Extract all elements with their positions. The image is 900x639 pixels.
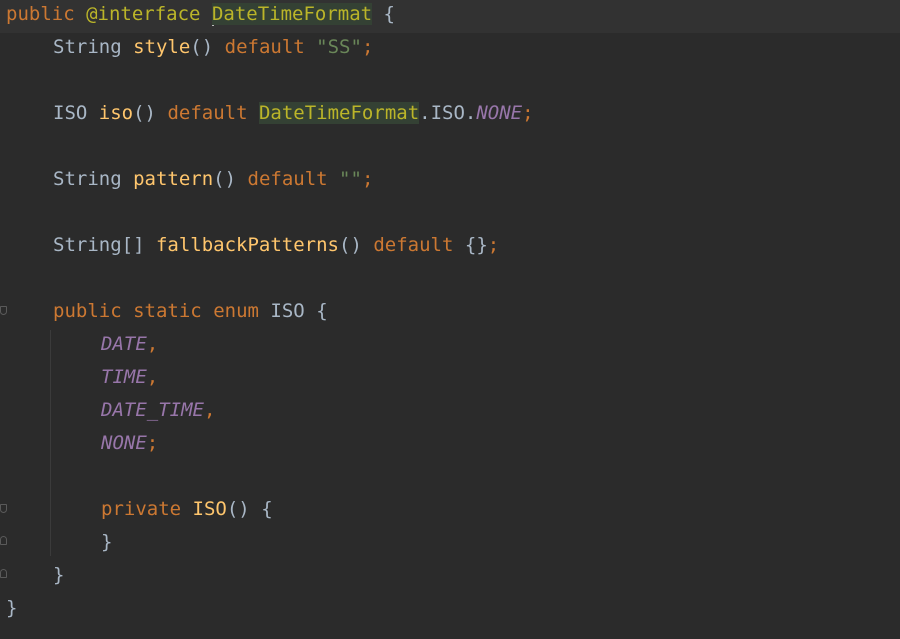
code-line-2[interactable]: String style() default "SS"; <box>53 33 373 66</box>
code-line-14[interactable]: } <box>6 594 17 627</box>
method-iso: iso <box>98 102 134 124</box>
string-literal: "" <box>339 168 362 190</box>
brace-open: { <box>383 3 395 25</box>
semicolon: ; <box>361 168 374 190</box>
keyword-default: default <box>224 36 305 58</box>
enum-constant-none: NONE <box>476 102 523 124</box>
code-line-8[interactable]: TIME, <box>101 363 158 396</box>
code-line-1[interactable]: public @interface DateTimeFormat { <box>0 0 900 33</box>
annotation-interface: @interface <box>86 3 201 25</box>
parens: () <box>339 234 362 256</box>
keyword-default: default <box>167 102 248 124</box>
semicolon: ; <box>361 36 374 58</box>
fold-start-icon[interactable] <box>0 504 7 513</box>
brace-open: { <box>261 498 273 520</box>
parens: () <box>213 168 237 190</box>
fold-end-icon[interactable] <box>0 569 7 578</box>
code-line-3[interactable]: ISO iso() default DateTimeFormat.ISO.NON… <box>53 99 534 132</box>
semicolon: ; <box>146 432 159 454</box>
member-access: .ISO. <box>419 102 477 124</box>
fold-end-icon[interactable] <box>0 536 7 545</box>
keyword-public: public <box>6 3 75 25</box>
keyword-default: default <box>247 168 328 190</box>
keyword-default: default <box>373 234 454 256</box>
comma: , <box>203 399 216 421</box>
parens: () <box>190 36 214 58</box>
constructor-iso: ISO <box>192 498 227 520</box>
code-line-5[interactable]: String[] fallbackPatterns() default {}; <box>53 231 499 264</box>
keyword-enum: enum <box>213 300 259 322</box>
code-line-11[interactable]: private ISO() { <box>101 495 273 528</box>
empty-array: {} <box>464 234 488 256</box>
string-literal: "SS" <box>316 36 362 58</box>
semicolon: ; <box>522 102 534 124</box>
code-line-10[interactable]: NONE; <box>101 429 158 462</box>
semicolon: ; <box>487 234 500 256</box>
brace-close: } <box>6 597 18 619</box>
brace-open: { <box>316 300 328 322</box>
enum-constant-date-time: DATE_TIME <box>101 399 204 421</box>
keyword-public: public <box>53 300 122 322</box>
fold-start-icon[interactable] <box>0 306 7 315</box>
type-name: DateTimeFormat <box>211 3 373 25</box>
brace-close: } <box>53 564 65 586</box>
enum-name: ISO <box>270 300 305 322</box>
method-fallback-patterns: fallbackPatterns <box>155 234 339 256</box>
enum-constant-date: DATE <box>101 333 147 355</box>
code-editor[interactable]: public @interface DateTimeFormat { Strin… <box>0 0 900 639</box>
code-line-6[interactable]: public static enum ISO { <box>53 297 328 330</box>
code-line-13[interactable]: } <box>53 561 64 594</box>
type-string: String <box>53 36 122 58</box>
method-pattern: pattern <box>133 168 214 190</box>
code-line-7[interactable]: DATE, <box>101 330 158 363</box>
comma: , <box>146 366 159 388</box>
method-style: style <box>133 36 191 58</box>
comma: , <box>146 333 159 355</box>
enum-constant-time: TIME <box>101 366 147 388</box>
code-line-12[interactable]: } <box>101 528 112 561</box>
type-string: String <box>53 168 122 190</box>
parens: () <box>226 498 250 520</box>
type-string-array: String[] <box>53 234 145 256</box>
brace-close: } <box>101 531 113 553</box>
indent-guide <box>50 330 51 556</box>
code-line-9[interactable]: DATE_TIME, <box>101 396 215 429</box>
type-reference: DateTimeFormat <box>258 102 420 124</box>
code-line-4[interactable]: String pattern() default ""; <box>53 165 373 198</box>
enum-constant-none: NONE <box>101 432 147 454</box>
type-iso: ISO <box>53 102 88 124</box>
parens: () <box>133 102 156 124</box>
keyword-static: static <box>133 300 202 322</box>
keyword-private: private <box>101 498 182 520</box>
